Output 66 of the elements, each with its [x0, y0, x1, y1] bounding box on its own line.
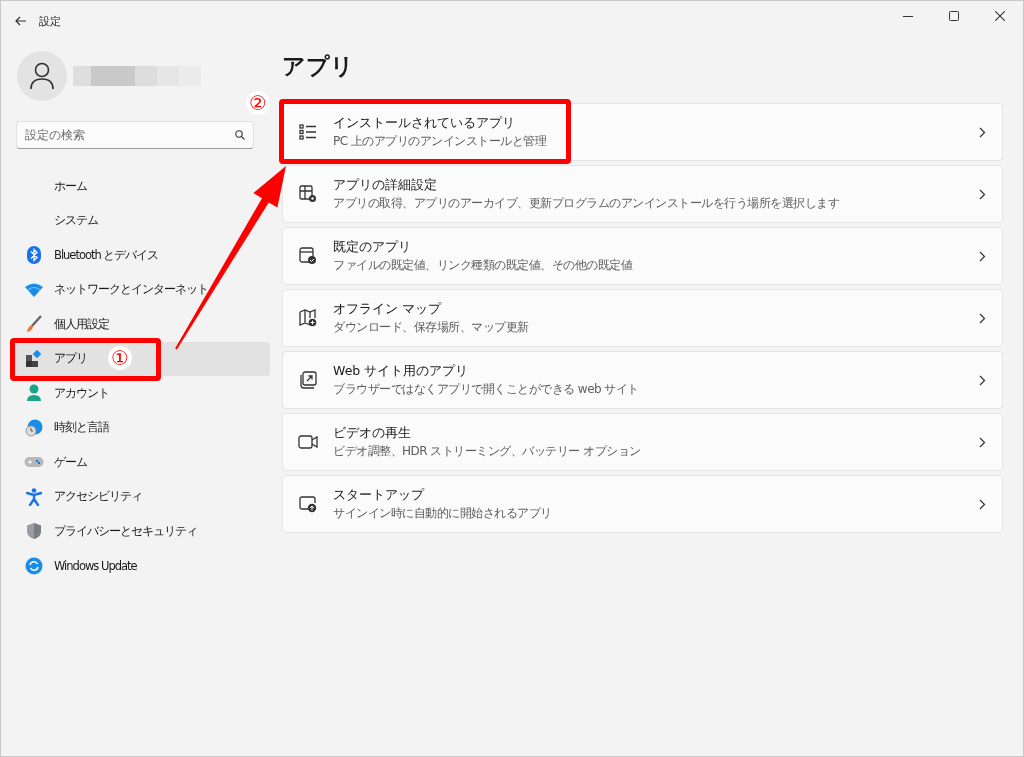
nav-item[interactable]: ゲーム [13, 445, 97, 480]
settings-card[interactable]: ビデオの再生 ビデオ調整、HDR ストリーミング、バッテリー オプション [282, 413, 1003, 471]
card-description: サインイン時に自動的に開始されるアプリ [333, 504, 553, 522]
globe-clock-icon [25, 418, 43, 437]
settings-card[interactable]: 既定のアプリ ファイルの既定値、リンク種類の既定値、その他の既定値 [282, 227, 1003, 285]
list-icon [299, 124, 317, 140]
card-description: アプリの取得、アプリのアーカイブ、更新プログラムのアンインストールを行う場所を選択します [333, 194, 840, 212]
card-title: アプリの詳細設定 [333, 176, 438, 194]
card-title: Web サイト用のアプリ [333, 362, 470, 380]
wifi-icon [25, 282, 43, 297]
search-icon [235, 130, 245, 140]
map-icon [299, 309, 317, 327]
gamepad-icon [24, 455, 44, 470]
sync-icon [25, 556, 43, 575]
card-title: 既定のアプリ [333, 238, 412, 256]
nav-item[interactable]: ネットワークとインターネット [13, 272, 218, 307]
card-description: ブラウザーではなくアプリで開くことができる web サイト [333, 380, 640, 398]
back-arrow-icon[interactable] [15, 16, 27, 26]
maximize-icon[interactable] [949, 11, 959, 21]
chevron-icon [979, 498, 986, 510]
chevron-icon [979, 436, 986, 448]
nav-item[interactable]: プライバシーとセキュリティ [13, 514, 207, 549]
nav-item[interactable]: Bluetooth とデバイス [13, 238, 169, 273]
nav-item[interactable]: システム [13, 203, 108, 238]
avatar [17, 51, 67, 101]
minimize-icon[interactable] [903, 15, 913, 17]
app-check-icon [299, 247, 317, 265]
shield-icon [26, 522, 42, 541]
page-title: アプリ [282, 52, 355, 81]
card-description: ダウンロード、保存場所、マップ更新 [333, 318, 530, 336]
settings-card[interactable]: スタートアップ サインイン時に自動的に開始されるアプリ [282, 475, 1003, 533]
chevron-icon [979, 250, 986, 262]
bluetooth-icon [26, 246, 42, 265]
settings-card[interactable]: Web サイト用のアプリ ブラウザーではなくアプリで開くことができる web サイト [282, 351, 1003, 409]
person-icon [26, 384, 42, 403]
startup-icon [299, 495, 317, 513]
nav-item[interactable]: Windows Update [13, 548, 147, 583]
chevron-icon [979, 126, 986, 138]
chevron-icon [979, 374, 986, 386]
chevron-icon [979, 312, 986, 324]
nav-item[interactable]: アカウント [13, 376, 119, 411]
card-description: PC 上のアプリのアンインストールと管理 [333, 132, 548, 150]
video-camera-icon [298, 435, 318, 449]
close-icon[interactable] [995, 11, 1005, 21]
search-field[interactable]: 設定の検索 [16, 121, 254, 149]
nav-item[interactable]: 個人用設定 [13, 307, 119, 342]
brush-icon [25, 315, 43, 334]
card-description: ビデオ調整、HDR ストリーミング、バッテリー オプション [333, 442, 642, 460]
nav-item[interactable]: ホーム [13, 169, 97, 204]
window-title: 設定 [39, 13, 61, 29]
settings-card[interactable]: アプリの詳細設定 アプリの取得、アプリのアーカイブ、更新プログラムのアンインストールを行う場所を選択します [282, 165, 1003, 223]
nav-item[interactable]: アクセシビリティ [13, 479, 152, 514]
web-app-icon [299, 371, 317, 389]
nav-item[interactable]: 時刻と言語 [13, 410, 119, 445]
card-title: スタートアップ [333, 486, 426, 504]
card-description: ファイルの既定値、リンク種類の既定値、その他の既定値 [333, 256, 634, 274]
accessibility-icon [26, 487, 42, 506]
card-title: ビデオの再生 [333, 424, 412, 442]
apps-icon [25, 349, 43, 368]
settings-card[interactable]: オフライン マップ ダウンロード、保存場所、マップ更新 [282, 289, 1003, 347]
app-gear-icon [299, 185, 317, 203]
settings-card[interactable]: インストールされているアプリ PC 上のアプリのアンインストールと管理 [282, 103, 1003, 161]
card-title: インストールされているアプリ [333, 114, 516, 132]
step-number: ② [246, 91, 270, 115]
chevron-icon [979, 188, 986, 200]
card-title: オフライン マップ [333, 300, 443, 318]
